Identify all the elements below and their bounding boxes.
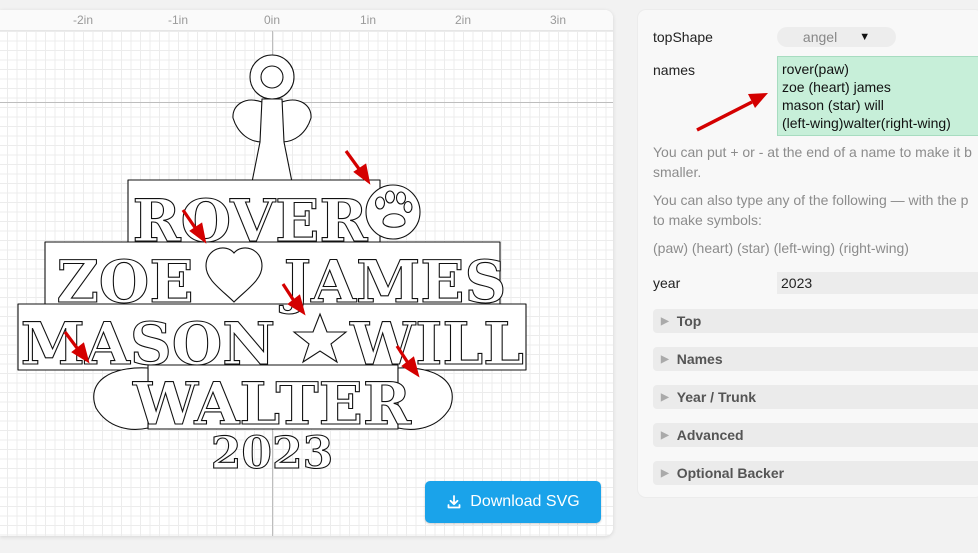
- download-icon: [447, 495, 461, 509]
- ornament-design-preview: ROVER ZOE JAMES MASON WILL WALTER 2023: [17, 54, 527, 480]
- chevron-down-icon: ▼: [859, 31, 871, 43]
- ring-hole: [260, 65, 284, 89]
- topshape-value: angel: [802, 29, 838, 45]
- section-year-trunk[interactable]: ▶ Year / Trunk: [653, 385, 978, 409]
- download-svg-button[interactable]: Download SVG: [425, 481, 601, 523]
- section-top[interactable]: ▶ Top: [653, 309, 978, 333]
- section-advanced[interactable]: ▶ Advanced: [653, 423, 978, 447]
- names-textarea[interactable]: rover(paw) zoe (heart) james mason (star…: [777, 56, 978, 136]
- year-input[interactable]: 2023: [777, 272, 978, 294]
- design-name-james: JAMES: [279, 248, 507, 316]
- design-name-will: WILL: [349, 310, 524, 378]
- design-canvas-panel: -2in -1in 0in 1in 2in 3in ROVER ZOE JAME…: [0, 10, 613, 536]
- triangle-right-icon: ▶: [661, 315, 669, 327]
- triangle-right-icon: ▶: [661, 467, 669, 479]
- topshape-select[interactable]: angel ▼: [777, 27, 896, 47]
- names-line: rover(paw): [782, 61, 849, 77]
- names-line: mason (star) will: [782, 97, 884, 113]
- design-name-mason: MASON: [21, 310, 276, 378]
- triangle-right-icon: ▶: [661, 429, 669, 441]
- help-line: to make symbols:: [653, 212, 762, 228]
- design-name-rover: ROVER: [132, 187, 368, 255]
- section-label: Advanced: [676, 427, 744, 443]
- angel-right-wing: [281, 99, 312, 143]
- names-line: (left-wing)walter(right-wing): [782, 115, 951, 131]
- names-label: names: [653, 62, 696, 78]
- download-button-label: Download SVG: [470, 493, 580, 510]
- design-year: 2023: [211, 428, 333, 479]
- section-names[interactable]: ▶ Names: [653, 347, 978, 371]
- section-label: Year / Trunk: [676, 389, 757, 405]
- section-label: Top: [676, 313, 702, 329]
- topshape-label: topShape: [653, 29, 713, 45]
- help-text-symbols: You can also type any of the following —…: [653, 190, 978, 230]
- section-optional-backer[interactable]: ▶ Optional Backer: [653, 461, 978, 485]
- settings-panel: topShape angel ▼ names rover(paw) zoe (h…: [638, 10, 978, 497]
- help-text-size: You can put + or - at the end of a name …: [653, 142, 978, 182]
- help-line: You can put + or - at the end of a name …: [653, 144, 972, 160]
- triangle-right-icon: ▶: [661, 391, 669, 403]
- section-label: Optional Backer: [676, 465, 785, 481]
- design-name-zoe: ZOE: [56, 248, 193, 316]
- symbol-list: (paw) (heart) (star) (left-wing) (right-…: [653, 240, 909, 256]
- help-line: smaller.: [653, 164, 702, 180]
- angel-left-wing: [232, 99, 263, 143]
- help-line: You can also type any of the following —…: [653, 192, 969, 208]
- triangle-right-icon: ▶: [661, 353, 669, 365]
- names-line: zoe (heart) james: [782, 79, 891, 95]
- year-label: year: [653, 275, 681, 291]
- section-label: Names: [676, 351, 723, 367]
